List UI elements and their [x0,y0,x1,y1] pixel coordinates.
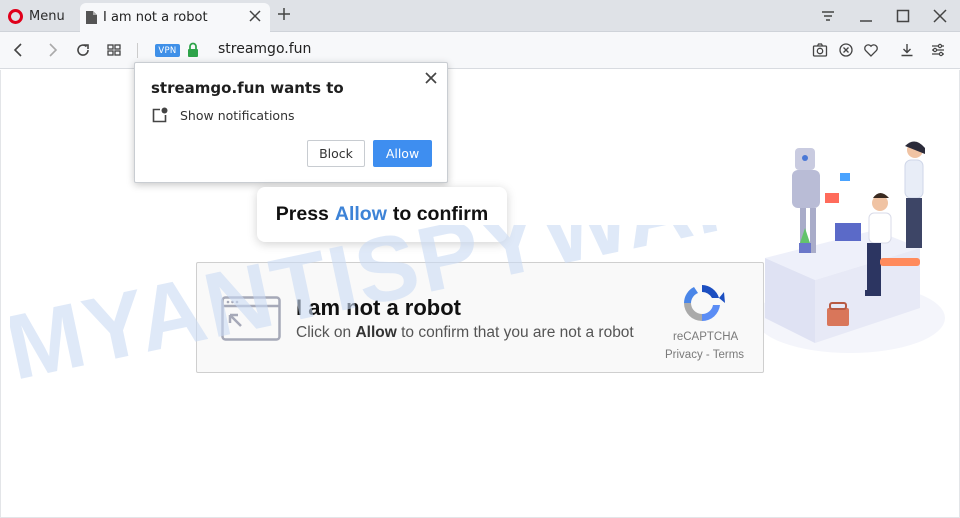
banner-text-after: to confirm [392,203,489,225]
active-tab[interactable]: I am not a robot [80,3,270,32]
forward-icon[interactable] [44,42,60,58]
tab-bar: Menu I am not a robot [0,0,960,32]
menu-label: Menu [29,8,65,24]
captcha-sub-before: Click on [296,324,352,341]
notification-icon [152,107,168,123]
fake-captcha-box[interactable]: I am not a robot Click on Allow to confi… [196,262,764,373]
block-button[interactable]: Block [307,140,365,167]
tab-title: I am not a robot [103,10,208,25]
tab-menu-icon[interactable] [820,8,836,24]
lock-icon[interactable] [187,42,199,57]
office-robot-illustration [755,141,945,353]
notification-permission-popup: streamgo.fun wants to Show notifications… [134,62,448,183]
press-allow-banner: Press Allow to confirm [257,187,507,242]
close-window-icon[interactable] [932,8,948,24]
captcha-title: I am not a robot [296,295,461,320]
document-icon [86,11,97,24]
permission-label: Show notifications [180,108,295,123]
close-tab-icon[interactable] [248,9,262,23]
easy-setup-icon[interactable] [930,42,946,58]
recaptcha-logo-icon [684,285,725,322]
recaptcha-links[interactable]: Privacy - Terms [665,349,745,361]
snapshot-icon[interactable] [812,42,828,58]
opera-menu-button[interactable]: Menu [8,5,65,27]
download-icon[interactable] [899,42,915,58]
toolbar-divider [137,43,138,58]
captcha-sub-after: to confirm that you are not a robot [401,324,634,341]
popup-close-icon[interactable] [425,72,437,84]
ad-block-icon[interactable] [838,42,854,58]
heart-icon[interactable] [863,42,879,58]
speed-dial-icon[interactable] [106,42,122,58]
opera-logo-icon [8,8,23,24]
address-field[interactable]: streamgo.fun [218,41,311,57]
back-icon[interactable] [11,42,27,58]
new-tab-icon[interactable] [277,7,291,21]
recaptcha-label: reCAPTCHA [673,331,739,343]
captcha-subtitle: Click on Allow to confirm that you are n… [296,324,634,342]
popup-title: streamgo.fun wants to [151,79,344,97]
banner-highlight: Allow [334,203,387,225]
banner-text-before: Press [275,203,329,225]
reload-icon[interactable] [75,42,91,58]
vpn-badge[interactable]: VPN [155,44,180,57]
captcha-sub-bold: Allow [355,324,397,341]
maximize-icon[interactable] [895,8,911,24]
allow-button[interactable]: Allow [373,140,432,167]
minimize-icon[interactable] [858,8,874,24]
browser-window-icon [221,296,281,341]
